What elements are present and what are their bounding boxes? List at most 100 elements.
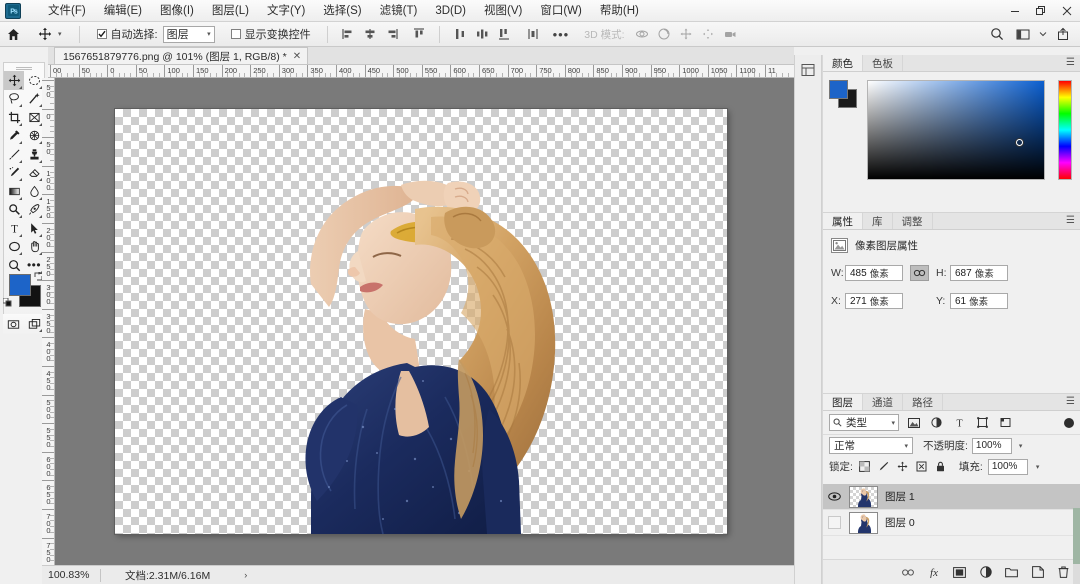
path-selection-tool[interactable] bbox=[24, 219, 44, 238]
vertical-ruler[interactable]: 5005010015020025030035040045050055060065… bbox=[42, 78, 55, 565]
color-panel-foreground-swatch[interactable] bbox=[829, 80, 848, 99]
toolbox-grip[interactable] bbox=[4, 63, 44, 71]
menu-select[interactable]: 选择(S) bbox=[314, 0, 370, 22]
chevron-down-icon[interactable] bbox=[1038, 24, 1048, 44]
show-transform-checkbox[interactable] bbox=[231, 29, 241, 39]
align-left-edges-icon[interactable] bbox=[338, 24, 358, 44]
tab-color[interactable]: 颜色 bbox=[823, 55, 863, 71]
menu-filter[interactable]: 滤镜(T) bbox=[371, 0, 427, 22]
smart-object-filter-icon[interactable] bbox=[997, 414, 1014, 431]
align-right-edges-icon[interactable] bbox=[382, 24, 402, 44]
tab-libraries[interactable]: 库 bbox=[863, 213, 893, 229]
new-group-icon[interactable] bbox=[1004, 567, 1019, 578]
lasso-tool[interactable] bbox=[4, 90, 24, 109]
menu-image[interactable]: 图像(I) bbox=[151, 0, 203, 22]
search-icon[interactable] bbox=[986, 24, 1008, 44]
align-horizontal-centers-icon[interactable] bbox=[360, 24, 380, 44]
adjustment-layer-icon[interactable] bbox=[978, 566, 993, 578]
blur-tool[interactable] bbox=[24, 182, 44, 201]
dock-scrollbar[interactable] bbox=[1073, 508, 1080, 584]
layer-visibility-toggle[interactable] bbox=[827, 492, 842, 501]
align-top-edges-icon[interactable] bbox=[409, 24, 429, 44]
zoom-level[interactable]: 100.83% bbox=[42, 569, 100, 581]
lock-artboard-icon[interactable] bbox=[915, 460, 929, 474]
ellipse-tool[interactable] bbox=[4, 238, 24, 257]
lock-position-icon[interactable] bbox=[896, 460, 910, 474]
dodge-tool[interactable] bbox=[4, 201, 24, 220]
layers-panel-menu-icon[interactable]: ☰ bbox=[1066, 397, 1075, 407]
color-panel-menu-icon[interactable]: ☰ bbox=[1066, 58, 1075, 68]
menu-3d[interactable]: 3D(D) bbox=[426, 0, 475, 22]
properties-panel-menu-icon[interactable]: ☰ bbox=[1066, 216, 1075, 226]
tab-swatches[interactable]: 色板 bbox=[863, 55, 903, 71]
share-icon[interactable] bbox=[1052, 24, 1074, 44]
type-filter-icon[interactable]: T bbox=[951, 414, 968, 431]
auto-select-target-dropdown[interactable]: 图层 ▾ bbox=[163, 26, 215, 43]
layer-name[interactable]: 图层 1 bbox=[885, 489, 915, 504]
pixel-filter-icon[interactable] bbox=[905, 414, 922, 431]
workspace-icon[interactable] bbox=[1012, 24, 1034, 44]
move-tool-icon[interactable] bbox=[34, 23, 56, 45]
tab-layers[interactable]: 图层 bbox=[823, 394, 863, 410]
tab-properties[interactable]: 属性 bbox=[823, 213, 863, 229]
frame-tool[interactable] bbox=[24, 108, 44, 127]
menu-type[interactable]: 文字(Y) bbox=[258, 0, 314, 22]
minimize-button[interactable] bbox=[1002, 0, 1028, 22]
healing-brush-tool[interactable] bbox=[4, 164, 24, 183]
marquee-tool[interactable] bbox=[24, 71, 44, 90]
tool-preset-caret-icon[interactable]: ▾ bbox=[58, 30, 62, 38]
magic-wand-tool[interactable] bbox=[24, 90, 44, 109]
auto-select-checkbox[interactable] bbox=[97, 29, 107, 39]
layer-visibility-toggle[interactable] bbox=[827, 516, 842, 529]
close-button[interactable] bbox=[1054, 0, 1080, 22]
document-tab[interactable]: 1567651879776.png @ 101% (图层 1, RGB/8) *… bbox=[54, 47, 308, 64]
distribute-spacing-icon[interactable] bbox=[523, 24, 543, 44]
hue-slider[interactable] bbox=[1058, 80, 1072, 180]
x-input[interactable]: 271 像素 bbox=[845, 293, 903, 309]
layer-style-icon[interactable]: fx bbox=[926, 566, 941, 578]
layer-name[interactable]: 图层 0 bbox=[885, 515, 915, 530]
default-colors-icon[interactable] bbox=[3, 298, 12, 307]
layer-mask-icon[interactable] bbox=[952, 567, 967, 578]
clone-stamp-tool[interactable] bbox=[24, 145, 44, 164]
tab-adjustments[interactable]: 调整 bbox=[893, 213, 933, 229]
adjustment-filter-icon[interactable] bbox=[928, 414, 945, 431]
blend-mode-dropdown[interactable]: 正常 ▾ bbox=[829, 437, 913, 454]
home-icon[interactable] bbox=[0, 28, 26, 41]
eyedropper-tool[interactable] bbox=[4, 127, 24, 146]
lock-all-icon[interactable] bbox=[934, 460, 948, 474]
menu-layer[interactable]: 图层(L) bbox=[203, 0, 258, 22]
tab-paths[interactable]: 路径 bbox=[903, 394, 943, 410]
distribute-top-icon[interactable] bbox=[450, 24, 470, 44]
color-field-cursor[interactable] bbox=[1016, 139, 1023, 146]
more-options-button[interactable]: ••• bbox=[544, 27, 579, 42]
patch-tool[interactable] bbox=[24, 127, 44, 146]
menu-file[interactable]: 文件(F) bbox=[39, 0, 95, 22]
crop-tool[interactable] bbox=[4, 108, 24, 127]
foreground-color-swatch[interactable] bbox=[9, 274, 31, 296]
canvas-area[interactable] bbox=[55, 78, 794, 565]
table-row[interactable]: 图层 0 bbox=[823, 510, 1080, 536]
fill-chevron-icon[interactable]: ▾ bbox=[1036, 463, 1040, 471]
y-input[interactable]: 61 像素 bbox=[950, 293, 1008, 309]
link-dimensions-icon[interactable] bbox=[910, 265, 929, 281]
pen-tool[interactable] bbox=[24, 201, 44, 220]
tab-channels[interactable]: 通道 bbox=[863, 394, 903, 410]
distribute-bottom-icon[interactable] bbox=[494, 24, 514, 44]
screen-mode-icon[interactable] bbox=[26, 315, 44, 333]
type-tool[interactable]: T bbox=[4, 219, 24, 238]
layer-thumbnail[interactable] bbox=[849, 486, 878, 508]
status-expand-icon[interactable]: › bbox=[244, 570, 247, 580]
new-layer-icon[interactable] bbox=[1030, 566, 1045, 578]
menu-window[interactable]: 窗口(W) bbox=[531, 0, 591, 22]
filter-enable-toggle[interactable] bbox=[1064, 418, 1074, 428]
menu-view[interactable]: 视图(V) bbox=[475, 0, 531, 22]
quick-mask-icon[interactable] bbox=[5, 315, 23, 333]
fill-input[interactable]: 100% bbox=[988, 459, 1028, 475]
filter-kind-dropdown[interactable]: 类型 ▾ bbox=[829, 414, 899, 431]
menu-edit[interactable]: 编辑(E) bbox=[95, 0, 151, 22]
shape-filter-icon[interactable] bbox=[974, 414, 991, 431]
opacity-input[interactable]: 100% bbox=[972, 438, 1012, 454]
gradient-tool[interactable] bbox=[4, 182, 24, 201]
delete-layer-icon[interactable] bbox=[1056, 566, 1071, 578]
